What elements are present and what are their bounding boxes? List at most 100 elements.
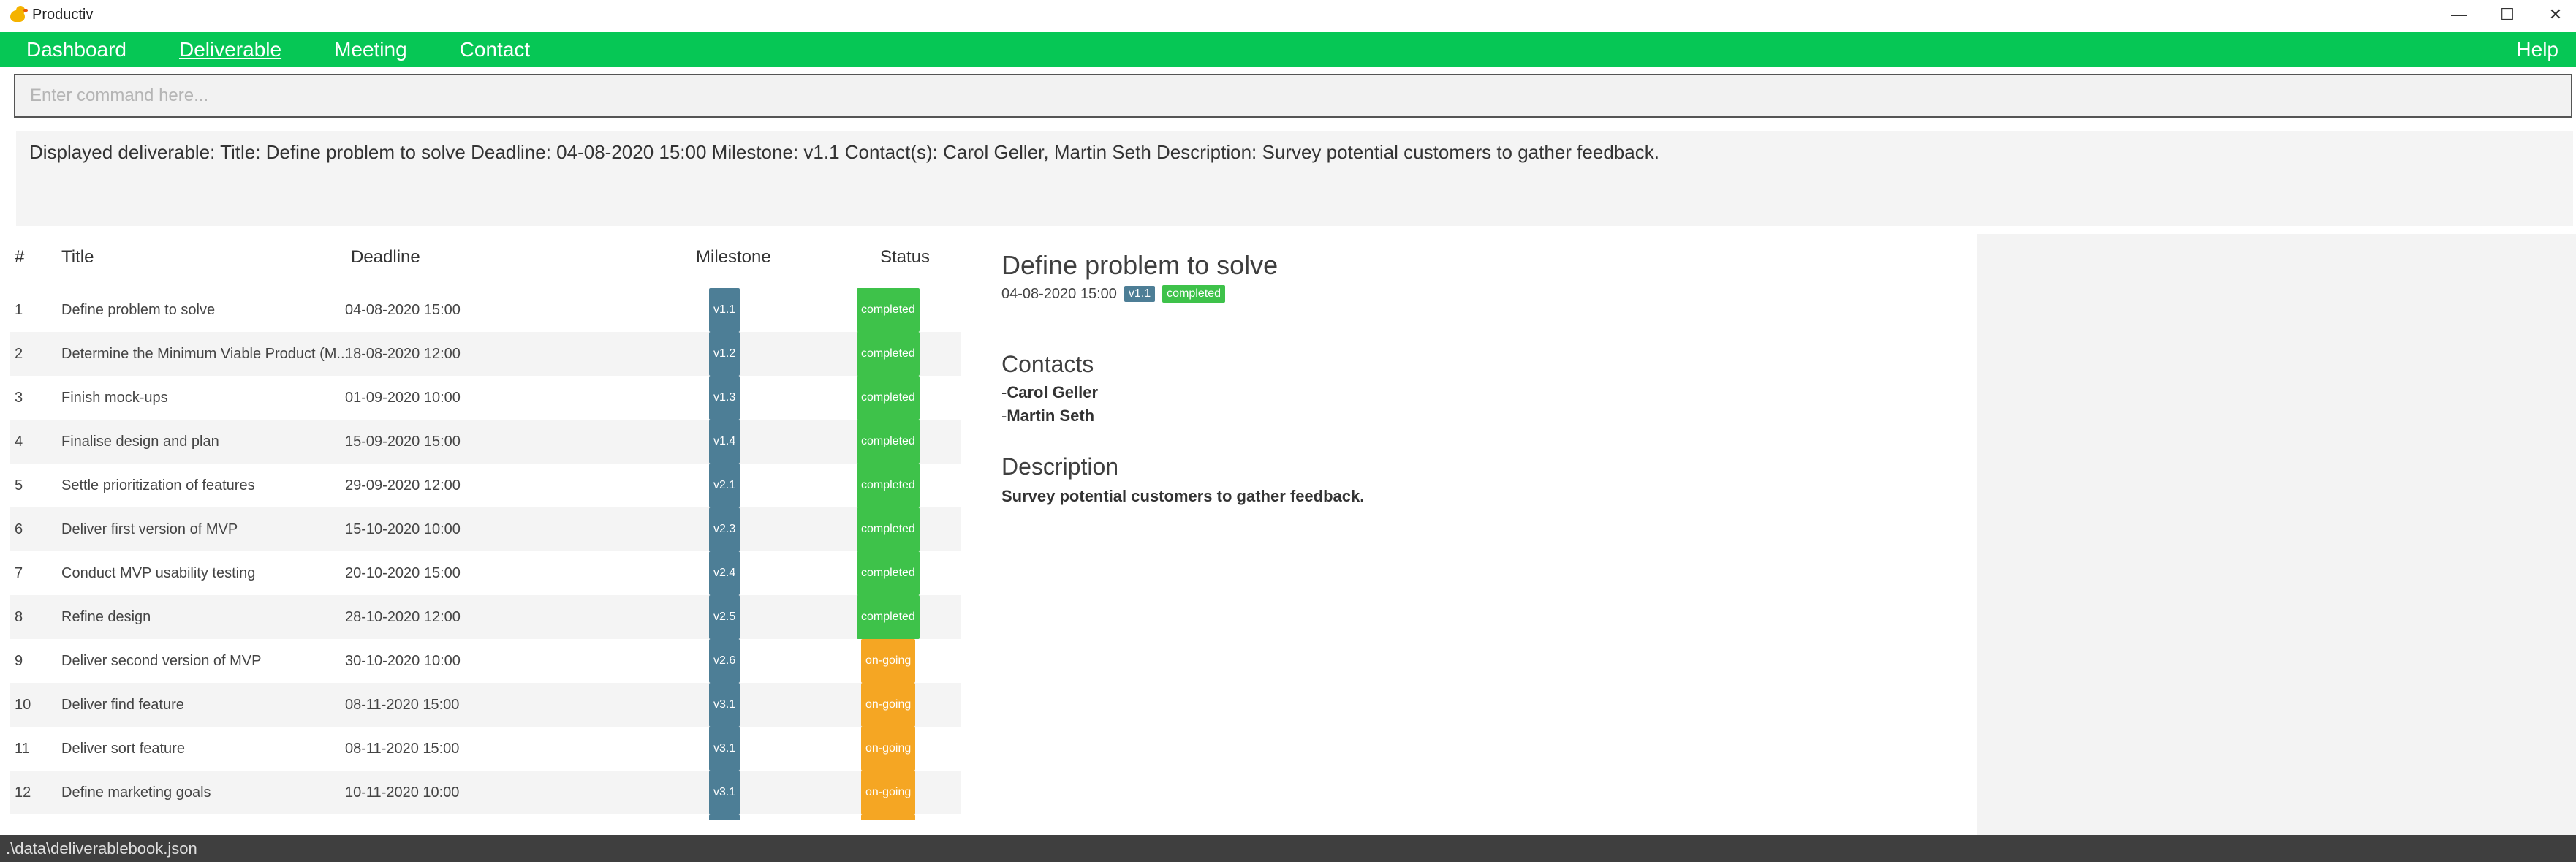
header-milestone: Milestone <box>696 247 771 267</box>
row-title: Finalise design and plan <box>61 434 219 450</box>
milestone-badge: v1.4 <box>709 420 740 464</box>
row-index: 7 <box>15 565 23 581</box>
row-index: 11 <box>15 741 30 757</box>
duck-icon <box>9 6 28 23</box>
result-text: Displayed deliverable: Title: Define pro… <box>29 141 1659 163</box>
status-badge: completed <box>857 595 920 639</box>
row-title: Settle prioritization of features <box>61 477 255 494</box>
detail-deadline: 04-08-2020 15:00 <box>1001 285 1117 302</box>
status-badge: on-going <box>861 683 916 727</box>
data-file-path: .\data\deliverablebook.json <box>6 839 197 858</box>
table-row[interactable]: 9 Deliver second version of MVP 30-10-2020… <box>10 639 961 683</box>
status-badge: completed <box>857 288 920 332</box>
menu-dashboard[interactable]: Dashboard <box>26 38 126 61</box>
table-row[interactable]: 6 Deliver first version of MVP 15-10-2020 … <box>10 507 961 551</box>
deliverable-detail: Define problem to solve 04-08-2020 15:00… <box>990 234 1970 820</box>
table-row[interactable]: 1 Define problem to solve 04-08-2020 15:00… <box>10 288 961 332</box>
milestone-badge: v3.1 <box>709 683 740 727</box>
row-title: Deliver first version of MVP <box>61 521 238 537</box>
result-display: Displayed deliverable: Title: Define pro… <box>16 131 2573 226</box>
milestone-badge: v1.3 <box>709 376 740 420</box>
row-title: Deliver sort feature <box>61 741 185 757</box>
close-icon[interactable]: ✕ <box>2526 0 2576 29</box>
side-panel <box>1977 234 2576 835</box>
status-badge: completed <box>857 507 920 551</box>
row-index: 3 <box>15 390 23 406</box>
row-index: 5 <box>15 477 23 494</box>
table-row[interactable]: 7 Conduct MVP usability testing 20-10-2020… <box>10 551 961 595</box>
milestone-badge: v2.1 <box>709 464 740 507</box>
status-badge: on-going <box>861 771 916 814</box>
milestone-badge: v2.4 <box>709 551 740 595</box>
row-deadline: 28-10-2020 12:00 <box>345 609 461 625</box>
row-title: Refine design <box>61 609 151 625</box>
row-index: 4 <box>15 434 23 450</box>
status-badge: on-going <box>861 639 916 683</box>
milestone-badge: v2.3 <box>709 507 740 551</box>
row-deadline: 30-10-2020 10:00 <box>345 653 461 669</box>
menu-contact[interactable]: Contact <box>460 38 531 61</box>
milestone-badge: v3.1 <box>709 814 740 820</box>
row-title: Finish mock-ups <box>61 390 168 406</box>
menu-deliverable[interactable]: Deliverable <box>179 38 281 61</box>
contact-item: -Carol Geller <box>1001 383 1099 401</box>
table-row[interactable]: 2 Determine the Minimum Viable Product (M… <box>10 332 961 376</box>
status-badge: completed <box>857 332 920 376</box>
milestone-badge: v2.6 <box>709 639 740 683</box>
row-deadline: 15-09-2020 15:00 <box>345 434 461 450</box>
menu-help[interactable]: Help <box>2516 32 2558 67</box>
header-title: Title <box>61 247 94 267</box>
contacts-heading: Contacts <box>1001 351 1094 377</box>
row-index: 8 <box>15 609 23 625</box>
table-row[interactable]: 3 Finish mock-ups 01-09-2020 10:00 v1.3 comp… <box>10 376 961 420</box>
status-badge: completed <box>857 464 920 507</box>
table-row[interactable]: 11 Deliver sort feature 08-11-2020 15:00 v3… <box>10 727 961 771</box>
row-deadline: 08-11-2020 15:00 <box>345 697 460 713</box>
title-bar: Productiv — ☐ ✕ <box>0 0 2576 29</box>
contact-item: -Martin Seth <box>1001 407 1095 425</box>
table-row[interactable]: 12 Define marketing goals 10-11-2020 10:00… <box>10 771 961 814</box>
row-deadline: 12-11-2020 10:00 <box>345 814 459 820</box>
menu-bar: Dashboard Deliverable Meeting Contact He… <box>0 32 2576 67</box>
milestone-badge: v2.5 <box>709 595 740 639</box>
command-input[interactable] <box>15 75 2571 116</box>
table-row[interactable]: 4 Finalise design and plan 15-09-2020 15:0… <box>10 420 961 464</box>
row-deadline: 08-11-2020 15:00 <box>345 741 460 757</box>
row-title: Define marketing goals <box>61 785 211 801</box>
row-deadline: 10-11-2020 10:00 <box>345 785 460 801</box>
milestone-badge: v3.1 <box>709 771 740 814</box>
table-row[interactable]: 10 Deliver find feature 08-11-2020 15:00 v3… <box>10 683 961 727</box>
description-text: Survey potential customers to gather fee… <box>1001 487 1365 505</box>
window-title: Productiv <box>32 6 94 23</box>
menu-meeting[interactable]: Meeting <box>334 38 407 61</box>
status-badge: on-going <box>861 727 916 771</box>
row-title: Finalise marketing goals <box>61 814 348 820</box>
description-heading: Description <box>1001 453 1119 480</box>
row-title: Conduct MVP usability testing <box>61 565 256 581</box>
table-row[interactable]: 13 Finalise marketing goals12-11-2020 10:… <box>10 814 961 820</box>
table-row[interactable]: 8 Refine design 28-10-2020 12:00 v2.5 comple… <box>10 595 961 639</box>
row-title: Determine the Minimum Viable Product (M.… <box>61 346 348 362</box>
header-index: # <box>15 247 25 267</box>
status-badge: on-going <box>861 814 916 820</box>
command-box <box>14 74 2572 118</box>
row-deadline: 15-10-2020 10:00 <box>345 521 461 537</box>
row-index: 12 <box>15 785 31 801</box>
list-header: # Title Deadline Milestone Status <box>10 247 961 276</box>
row-title: Define problem to solve <box>61 302 216 318</box>
row-deadline: 18-08-2020 12:00 <box>345 346 461 362</box>
row-deadline: 04-08-2020 15:00 <box>345 302 461 318</box>
milestone-badge: v3.1 <box>709 727 740 771</box>
row-index: 6 <box>15 521 23 537</box>
detail-meta: 04-08-2020 15:00 v1.1 completed <box>1001 285 1225 303</box>
milestone-badge: v1.1 <box>709 288 740 332</box>
status-badge: completed <box>857 376 920 420</box>
row-index: 2 <box>15 346 23 362</box>
deliverable-list[interactable]: # Title Deadline Milestone Status 1 Defin… <box>10 234 961 820</box>
row-title: Deliver find feature <box>61 697 184 713</box>
detail-title: Define problem to solve <box>1001 250 1278 280</box>
row-index: 10 <box>15 697 31 713</box>
row-deadline: 29-09-2020 12:00 <box>345 477 461 494</box>
status-bar: .\data\deliverablebook.json <box>0 835 2576 862</box>
table-row[interactable]: 5 Settle prioritization of features 29-09-… <box>10 464 961 507</box>
